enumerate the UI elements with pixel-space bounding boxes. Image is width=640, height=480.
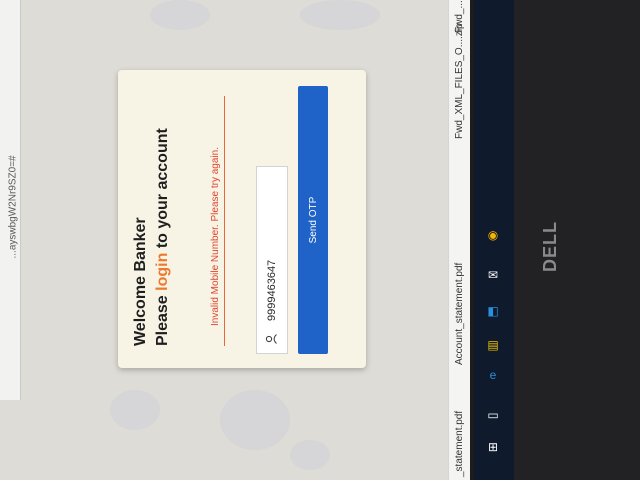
mail-icon[interactable]: ✉ [484,266,502,284]
login-card: Welcome Banker Please login to your acco… [118,70,366,368]
background-illustration [290,440,330,470]
windows-icon[interactable]: ⊞ [484,438,502,456]
download-bar: _statement.pdf Account_statement.pdf Fwd… [448,0,470,480]
screen: ...ayswbgW2Nr9SZ0=# Welcome Banker Pleas… [0,0,470,480]
edge-icon[interactable]: e [484,366,502,384]
error-message: Invalid Mobile Number. Please try again. [210,147,221,326]
login-subheading: Please login to your account [154,128,172,346]
background-illustration [220,390,290,450]
url-fragment[interactable]: ...ayswbgW2Nr9SZ0=# [8,69,19,258]
browser-edge: ...ayswbgW2Nr9SZ0=# [0,0,21,400]
dell-logo: DELL [540,221,560,272]
login-prefix: Please [154,290,171,346]
file-explorer-icon[interactable]: ▤ [484,336,502,354]
user-icon [265,334,277,344]
accent-divider [224,96,225,346]
mobile-number-input[interactable]: 9999463647 [256,166,288,354]
chrome-icon[interactable]: ◉ [484,226,502,244]
login-suffix: to your account [154,128,171,253]
background-illustration [300,0,380,30]
background-illustration [110,390,160,430]
laptop-bezel [514,0,640,480]
background-illustration [150,0,210,30]
mobile-number-value: 9999463647 [266,259,278,321]
download-item[interactable]: Fwd_... [454,0,470,33]
login-card-content: Welcome Banker Please login to your acco… [118,70,366,368]
send-otp-button[interactable]: Send OTP [298,86,328,354]
welcome-heading: Welcome Banker [132,217,149,346]
download-item[interactable]: Account_statement.pdf [454,235,470,365]
taskbar: ⊞ ▭ e ▤ ◧ ✉ ◉ [474,0,514,480]
store-icon[interactable]: ◧ [484,302,502,320]
login-highlight: login [154,252,171,291]
task-view-icon[interactable]: ▭ [484,406,502,424]
download-item[interactable]: _statement.pdf [454,347,470,477]
